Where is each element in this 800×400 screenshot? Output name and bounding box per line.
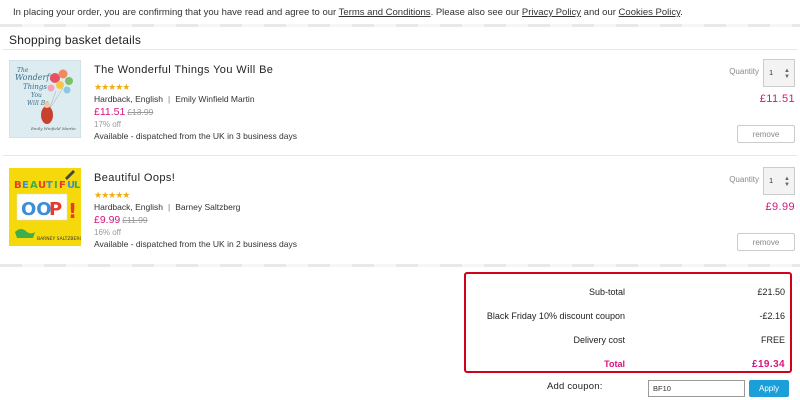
sale-price: £9.99 xyxy=(94,214,121,226)
item-author[interactable]: Barney Saltzberg xyxy=(175,202,240,212)
basket-title: Shopping basket details xyxy=(9,33,142,47)
apply-coupon-button[interactable]: Apply xyxy=(749,380,789,397)
item-price: £9.99 £11.99 xyxy=(94,214,148,226)
rating-stars: ★★★★★ xyxy=(94,82,130,92)
sale-price: £11.51 xyxy=(94,106,126,118)
item-format: Hardback, English xyxy=(94,202,163,212)
total-row: Total £19.34 xyxy=(466,352,790,376)
delivery-label: Delivery cost xyxy=(573,335,625,345)
quantity-select[interactable]: 1 ▲ ▼ xyxy=(763,167,795,195)
notice-suffix: . xyxy=(680,7,683,18)
quantity-label: Quantity xyxy=(729,175,759,184)
cookies-policy-link[interactable]: Cookies Policy xyxy=(619,7,681,18)
coupon-discount-row: Black Friday 10% discount coupon -£2.16 xyxy=(466,304,790,328)
svg-text:!: ! xyxy=(68,199,77,223)
basket-item: B E A U T I F U L OO P ! BARNEY SALTZBER… xyxy=(3,164,797,268)
total-label: Total xyxy=(604,359,625,369)
subtotal-label: Sub-total xyxy=(588,287,625,297)
svg-text:You: You xyxy=(31,92,42,99)
quantity-value: 1 xyxy=(769,176,774,185)
book-cover-image[interactable]: The Wonderful Things You Will Be Emily W… xyxy=(9,60,81,138)
subtotal-value: £21.50 xyxy=(757,287,785,297)
availability-text: Available - dispatched from the UK in 3 … xyxy=(94,131,298,141)
coupon-discount-label: Black Friday 10% discount coupon xyxy=(486,311,625,321)
coupon-code-input[interactable] xyxy=(648,380,745,397)
svg-text:Things: Things xyxy=(23,83,47,91)
svg-text:U: U xyxy=(38,180,46,191)
select-arrows-icon: ▲ ▼ xyxy=(784,176,790,188)
book-cover-beautiful-oops: B E A U T I F U L OO P ! BARNEY SALTZBER… xyxy=(9,168,81,246)
item-author[interactable]: Emily Winfield Martin xyxy=(175,94,254,104)
item-price: £11.51 £13.99 xyxy=(94,106,153,118)
quantity-select[interactable]: 1 ▲ ▼ xyxy=(763,59,795,87)
item-title[interactable]: Beautiful Oops! xyxy=(94,172,175,184)
original-price: £13.99 xyxy=(127,107,154,117)
total-value: £19.34 xyxy=(752,359,785,370)
quantity-value: 1 xyxy=(769,68,774,77)
divider xyxy=(3,49,797,50)
item-meta: Hardback, English | Barney Saltzberg xyxy=(94,202,240,212)
basket-item: The Wonderful Things You Will Be Emily W… xyxy=(3,56,797,160)
original-price: £11.99 xyxy=(122,215,148,225)
decorative-strip-bottom xyxy=(0,264,800,267)
svg-text:OO: OO xyxy=(21,199,52,220)
line-total: £9.99 xyxy=(765,201,795,213)
svg-text:Emily Winfield Martin: Emily Winfield Martin xyxy=(30,126,76,131)
notice-middle: . Please also see our xyxy=(430,7,522,18)
svg-text:L: L xyxy=(74,180,81,191)
delivery-value: FREE xyxy=(760,335,785,345)
add-coupon-label: Add coupon: xyxy=(547,381,603,392)
svg-text:F: F xyxy=(59,180,66,191)
svg-text:E: E xyxy=(22,180,29,191)
book-cover-wonderful-things: The Wonderful Things You Will Be Emily W… xyxy=(9,60,81,138)
svg-text:A: A xyxy=(30,180,38,191)
meta-separator: | xyxy=(167,202,171,212)
notice-and: and our xyxy=(581,7,619,18)
item-title[interactable]: The Wonderful Things You Will Be xyxy=(94,64,273,76)
item-format: Hardback, English xyxy=(94,94,163,104)
divider xyxy=(3,155,797,156)
svg-text:BARNEY SALTZBERG: BARNEY SALTZBERG xyxy=(37,236,81,242)
remove-button[interactable]: remove xyxy=(737,233,795,251)
notice-prefix: In placing your order, you are confirmin… xyxy=(13,7,339,18)
rating-stars: ★★★★★ xyxy=(94,190,130,200)
line-total: £11.51 xyxy=(759,93,795,105)
shopping-basket: Shopping basket details The Wonderful Th… xyxy=(3,27,797,264)
delivery-row: Delivery cost FREE xyxy=(466,328,790,352)
svg-text:I: I xyxy=(54,180,58,191)
book-cover-image[interactable]: B E A U T I F U L OO P ! BARNEY SALTZBER… xyxy=(9,168,81,246)
svg-text:T: T xyxy=(46,180,53,191)
order-agreement-notice: In placing your order, you are confirmin… xyxy=(0,0,800,26)
discount-percent: 16% off xyxy=(94,228,121,237)
svg-text:B: B xyxy=(14,180,22,191)
terms-link[interactable]: Terms and Conditions xyxy=(339,7,431,18)
availability-text: Available - dispatched from the UK in 2 … xyxy=(94,239,298,249)
subtotal-row: Sub-total £21.50 xyxy=(466,280,790,304)
meta-separator: | xyxy=(167,94,171,104)
order-summary: Sub-total £21.50 Black Friday 10% discou… xyxy=(464,272,792,373)
privacy-policy-link[interactable]: Privacy Policy xyxy=(522,7,581,18)
select-arrows-icon: ▲ ▼ xyxy=(784,68,790,80)
discount-percent: 17% off xyxy=(94,120,121,129)
quantity-label: Quantity xyxy=(729,67,759,76)
svg-text:P: P xyxy=(49,199,62,220)
remove-button[interactable]: remove xyxy=(737,125,795,143)
item-meta: Hardback, English | Emily Winfield Martin xyxy=(94,94,255,104)
coupon-discount-value: -£2.16 xyxy=(759,311,785,321)
